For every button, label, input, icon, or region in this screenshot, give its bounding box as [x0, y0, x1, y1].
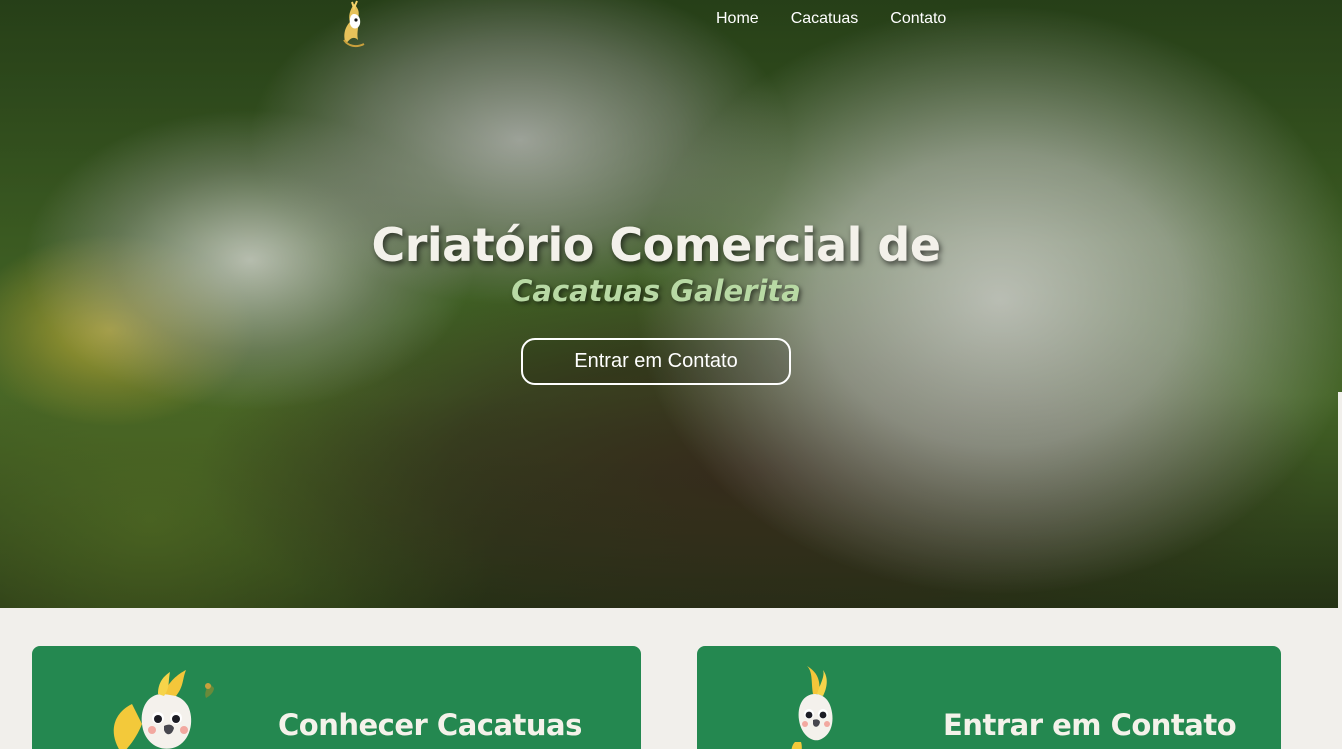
hero-section: Home Cacatuas Contato Criatório Comercia… [0, 0, 1342, 608]
hero-subtitle: Cacatuas Galerita [511, 274, 801, 308]
contact-cta-button[interactable]: Entrar em Contato [521, 338, 791, 385]
hero-title: Criatório Comercial de [371, 218, 941, 272]
main-nav: Home Cacatuas Contato [716, 10, 946, 28]
cockatoo-mascot-standing-icon [791, 666, 833, 749]
cockatoo-mascot-waving-icon [113, 670, 214, 749]
nav-item-home[interactable]: Home [716, 10, 759, 28]
nav-item-cacatuas[interactable]: Cacatuas [791, 10, 859, 28]
hero-edge [1338, 392, 1342, 608]
nav-item-contato[interactable]: Contato [890, 10, 946, 28]
cockatoo-logo-icon[interactable] [336, 0, 372, 50]
know-cockatoos-card[interactable]: Conhecer Cacatuas [32, 646, 641, 749]
contact-card[interactable]: Entrar em Contato [697, 646, 1281, 749]
card-title: Entrar em Contato [943, 708, 1237, 742]
card-title: Conhecer Cacatuas [278, 708, 582, 742]
